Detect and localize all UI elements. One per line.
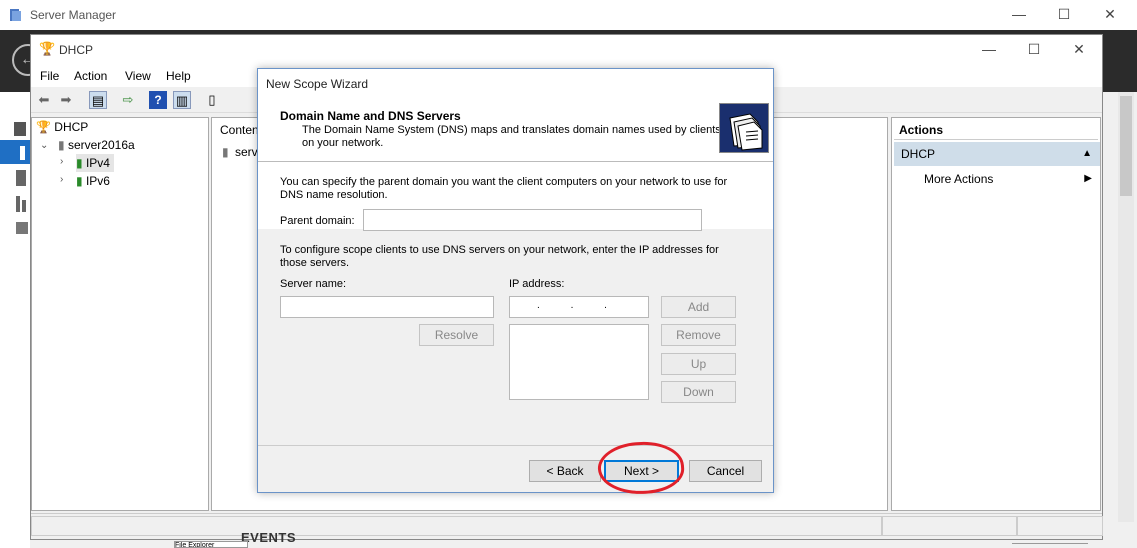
actions-header: Actions	[894, 120, 1098, 140]
parent-domain-input[interactable]	[363, 209, 702, 231]
console-tree-icon[interactable]: ▤	[89, 91, 107, 109]
server-tree-icon: ▮	[58, 138, 65, 152]
remove-button[interactable]: Remove	[661, 324, 736, 346]
ip-address-label: IP address:	[509, 278, 565, 290]
close-button[interactable]: ✕	[1087, 0, 1133, 30]
file-services-icon[interactable]	[0, 216, 30, 240]
window-title: Server Manager	[30, 8, 117, 22]
help-icon[interactable]: ?	[149, 91, 167, 109]
dhcp-titlebar: 🏆 DHCP — ☐ ✕	[31, 35, 1102, 65]
content-row-icon: ▮	[222, 145, 229, 159]
dhcp-icon: 🏆	[39, 41, 56, 56]
submenu-arrow-icon[interactable]: ▶	[1084, 170, 1092, 188]
actions-pane: Actions DHCP ▲ More Actions ▶	[891, 117, 1101, 511]
wizard-subheading: The Domain Name System (DNS) maps and tr…	[302, 124, 721, 149]
tree-item-dhcp[interactable]: 🏆 DHCP	[36, 118, 88, 136]
collapse-icon[interactable]: ▲	[1082, 142, 1092, 166]
up-button[interactable]: Up	[661, 353, 736, 375]
forward-icon[interactable]: ➡	[57, 91, 75, 109]
down-button[interactable]: Down	[661, 381, 736, 403]
export-icon[interactable]: ⇨	[119, 91, 137, 109]
menu-help[interactable]: Help	[166, 69, 191, 83]
dhcp-tree-icon: 🏆	[36, 120, 51, 134]
footer-separator	[258, 445, 773, 446]
menu-file[interactable]: File	[40, 69, 59, 83]
ipv4-icon: ▮	[76, 156, 83, 170]
menu-action[interactable]: Action	[74, 69, 107, 83]
server-icon[interactable]: ▯	[203, 91, 221, 109]
more-actions-link[interactable]: More Actions	[924, 170, 993, 188]
minimize-button[interactable]: —	[996, 0, 1042, 30]
dns-server-list[interactable]	[509, 324, 649, 400]
new-scope-wizard: New Scope Wizard Domain Name and DNS Ser…	[257, 68, 774, 497]
wizard-titlebar: New Scope Wizard	[258, 69, 773, 99]
scrollbar-thumb[interactable]	[1120, 96, 1132, 196]
ip-address-input[interactable]: . . .	[509, 296, 649, 318]
bottom-panel-edge	[1012, 543, 1088, 548]
wizard-folders-icon	[719, 103, 769, 153]
status-segment	[1017, 516, 1103, 536]
section-label: DHCP	[901, 147, 936, 161]
chevron-right-icon[interactable]: ›	[60, 156, 63, 167]
bottom-tab[interactable]: File Explorer	[174, 541, 248, 548]
maximize-button[interactable]: ☐	[1041, 0, 1087, 30]
action-pane-icon[interactable]: ▥	[173, 91, 191, 109]
add-button[interactable]: Add	[661, 296, 736, 318]
chevron-down-icon[interactable]: ⌄	[40, 140, 48, 151]
tree-item-ipv6[interactable]: ▮ IPv6	[76, 172, 110, 190]
cancel-button[interactable]: Cancel	[689, 460, 762, 482]
status-segment	[882, 516, 1017, 536]
chevron-right-icon[interactable]: ›	[60, 174, 63, 185]
actions-section-dhcp[interactable]: DHCP ▲	[894, 142, 1100, 166]
back-icon[interactable]: ⬅	[35, 91, 53, 109]
local-server-icon[interactable]	[0, 140, 30, 164]
tools-icon[interactable]	[0, 192, 30, 216]
menu-view[interactable]: View	[125, 69, 151, 83]
dhcp-minimize-button[interactable]: —	[966, 35, 1012, 65]
server-name-label: Server name:	[280, 278, 347, 290]
tree-label: IPv6	[85, 174, 110, 188]
highlight-circle	[596, 439, 686, 497]
wizard-title: New Scope Wizard	[266, 77, 369, 91]
ipv6-icon: ▮	[76, 174, 83, 188]
tree-label: IPv4	[85, 156, 110, 170]
status-segment	[31, 516, 882, 536]
events-heading: EVENTS	[241, 530, 297, 545]
server-manager-titlebar: Server Manager — ☐ ✕	[0, 0, 1137, 30]
tree-item-server[interactable]: ▮ server2016a	[58, 136, 135, 154]
parent-domain-instructions: You can specify the parent domain you wa…	[280, 176, 728, 201]
tree-label: DHCP	[54, 120, 89, 134]
status-bar	[31, 513, 1103, 537]
server-name-input[interactable]	[280, 296, 494, 318]
wizard-heading: Domain Name and DNS Servers	[280, 109, 461, 123]
tree-label: server2016a	[67, 138, 135, 152]
content-row[interactable]: serv	[235, 145, 258, 159]
server-manager-nav	[0, 92, 30, 548]
parent-domain-label: Parent domain:	[280, 215, 355, 227]
server-manager-icon	[10, 9, 21, 21]
wizard-body: You can specify the parent domain you wa…	[258, 162, 773, 444]
dashboard-icon[interactable]	[0, 118, 30, 142]
scrollbar[interactable]	[1118, 92, 1134, 522]
tree-item-ipv4[interactable]: ▮ IPv4	[76, 154, 114, 172]
back-button[interactable]: < Back	[529, 460, 601, 482]
dhcp-title: DHCP	[59, 43, 94, 57]
all-servers-icon[interactable]	[0, 166, 30, 190]
resolve-button[interactable]: Resolve	[419, 324, 494, 346]
console-tree: 🏆 DHCP ⌄ ▮ server2016a › ▮ IPv4 › ▮ IPv6	[31, 117, 209, 511]
dns-instructions: To configure scope clients to use DNS se…	[280, 244, 719, 269]
content-header: Conten	[220, 123, 259, 137]
dhcp-maximize-button[interactable]: ☐	[1011, 35, 1057, 65]
dhcp-close-button[interactable]: ✕	[1056, 35, 1102, 65]
